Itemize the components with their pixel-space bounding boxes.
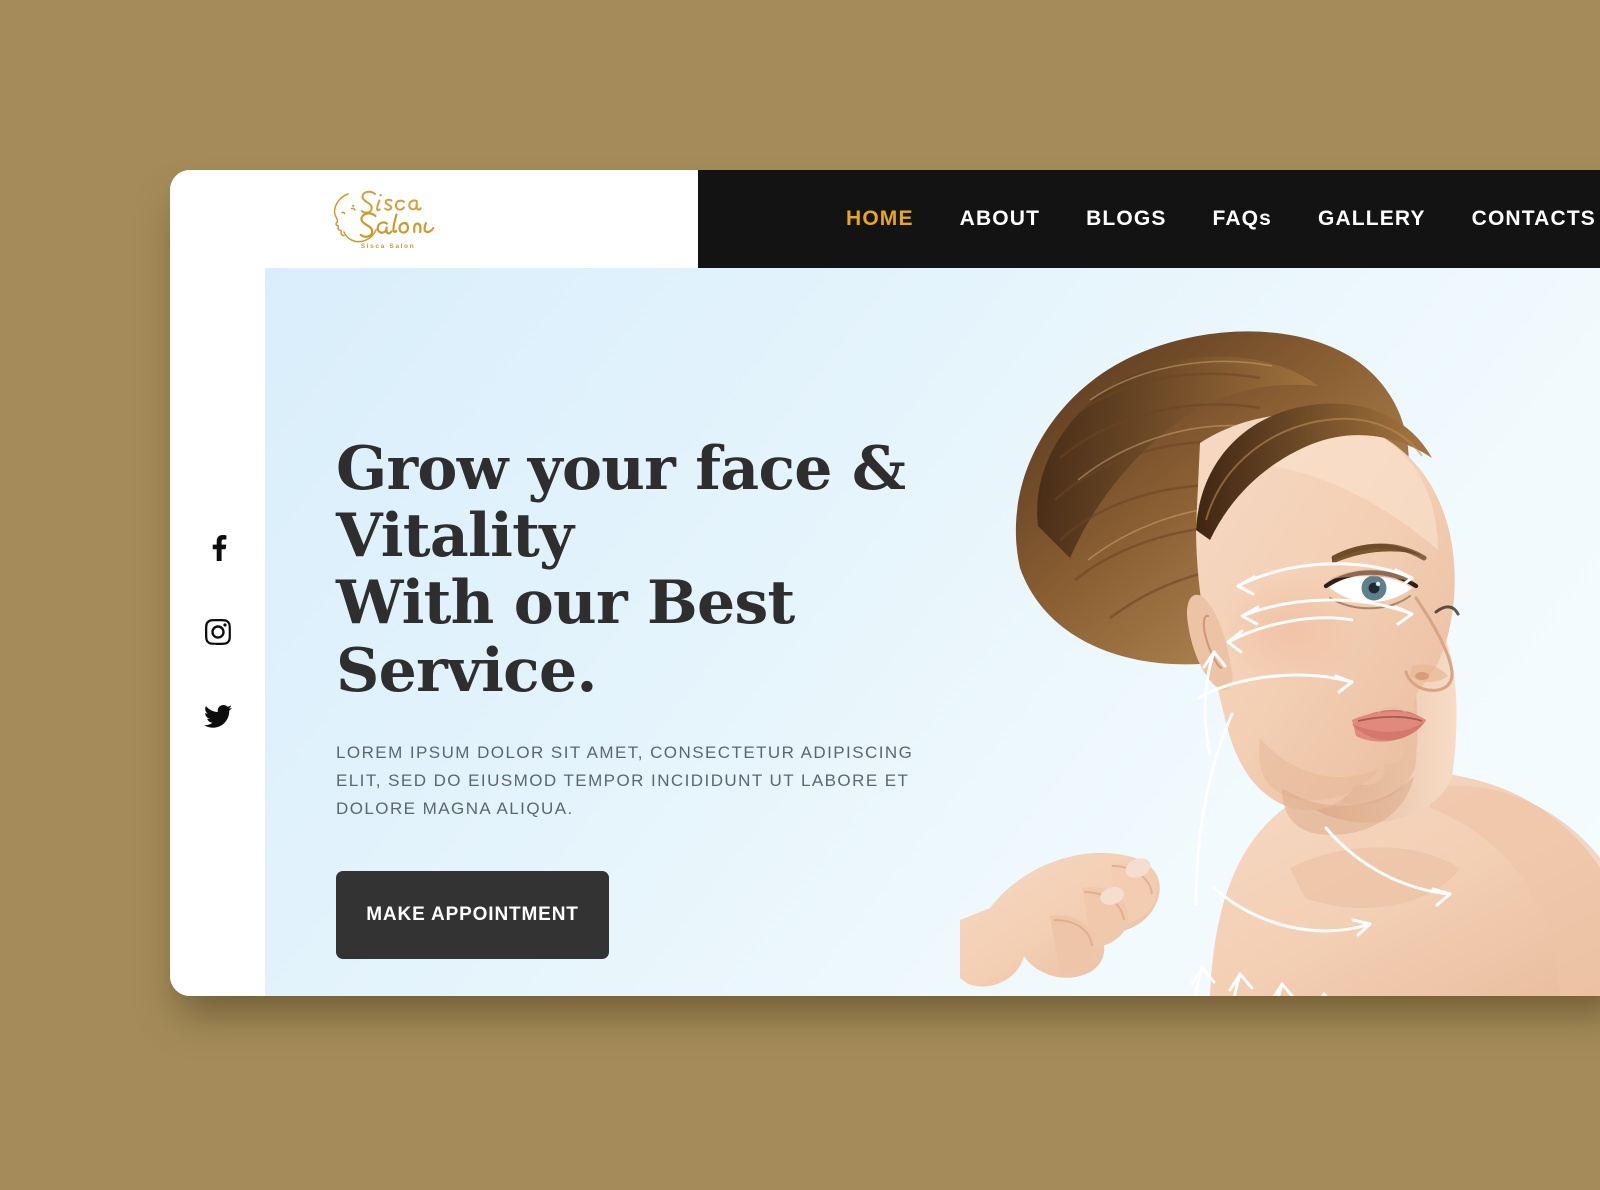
nav-item-gallery[interactable]: GALLERY <box>1318 207 1426 231</box>
page-body: Grow your face & Vitality With our Best … <box>170 268 1600 996</box>
hero-copy: Grow your face & Vitality With our Best … <box>336 434 1066 959</box>
nav-item-about[interactable]: ABOUT <box>960 207 1040 231</box>
nav-item-contacts[interactable]: CONTACTS <box>1472 207 1596 231</box>
instagram-icon[interactable] <box>203 617 233 647</box>
svg-text:Sisca Salon: Sisca Salon <box>361 243 416 250</box>
twitter-icon[interactable] <box>203 701 233 731</box>
make-appointment-button[interactable]: MAKE APPOINTMENT <box>336 870 609 959</box>
sisca-salon-logo[interactable]: Sisca Salon <box>318 182 442 257</box>
hero-subtitle: Lorem ipsum dolor sit amet, consectetur … <box>336 742 914 818</box>
nav-item-faqs[interactable]: FAQs <box>1213 207 1272 231</box>
nav-item-home[interactable]: HOME <box>846 207 914 231</box>
page-title: Grow your face & Vitality With our Best … <box>336 434 906 706</box>
facebook-icon[interactable] <box>203 533 233 563</box>
site-header: Sisca Salon HOME ABOUT BLOGS FAQs GALLER… <box>170 170 1600 268</box>
hero-section: Grow your face & Vitality With our Best … <box>265 268 1600 996</box>
social-rail <box>170 268 265 996</box>
logo-area[interactable]: Sisca Salon <box>170 170 698 268</box>
nav-item-blogs[interactable]: BLOGS <box>1086 207 1166 231</box>
browser-window: Sisca Salon HOME ABOUT BLOGS FAQs GALLER… <box>170 170 1600 996</box>
main-navigation: HOME ABOUT BLOGS FAQs GALLERY CONTACTS <box>698 170 1600 268</box>
